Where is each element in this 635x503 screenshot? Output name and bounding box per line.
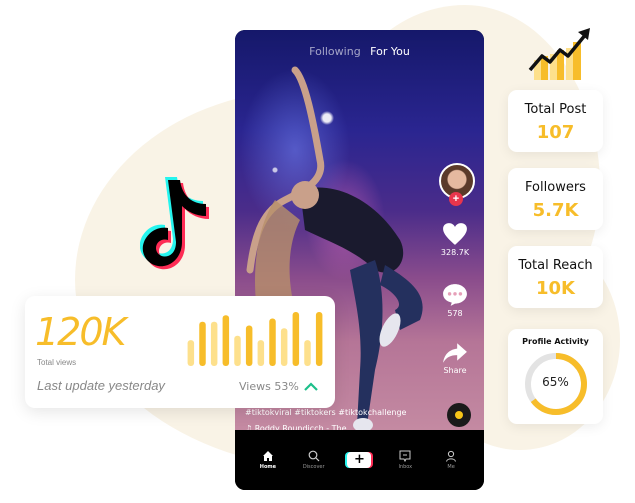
share-button[interactable]: Share: [436, 342, 474, 375]
total-views-value: 120K: [35, 310, 126, 354]
follow-plus-icon[interactable]: +: [449, 192, 463, 206]
stat-value: 107: [536, 122, 575, 143]
views-percent: Views 53%: [239, 380, 299, 393]
profile-activity-label: Profile Activity: [522, 337, 589, 346]
views-bar: [315, 312, 323, 366]
total-views-label: Total views: [37, 358, 77, 367]
comments-count: 578: [447, 309, 463, 318]
trend-up-chevron-icon: [304, 382, 318, 391]
stat-label: Total Reach: [518, 258, 593, 273]
create-icon: +: [347, 452, 372, 468]
views-bar: [187, 340, 195, 366]
growth-chart-icon: [528, 28, 590, 80]
comment-button[interactable]: 578: [436, 283, 474, 318]
share-label: Share: [443, 366, 467, 375]
nav-create[interactable]: +: [341, 452, 377, 468]
nav-inbox[interactable]: Inbox: [387, 450, 423, 470]
total-views-card: 120K Total views Last update yesterday V…: [25, 296, 335, 408]
views-bar: [280, 328, 288, 366]
music-disc-icon[interactable]: [447, 403, 471, 427]
views-bar: [292, 312, 300, 366]
views-bar: [222, 315, 230, 366]
nav-home-label: Home: [259, 464, 276, 470]
comment-icon: [443, 284, 467, 306]
views-bar: [269, 318, 276, 366]
views-bar: [199, 321, 206, 366]
tab-following[interactable]: Following: [309, 45, 361, 58]
nav-discover[interactable]: Discover: [296, 450, 332, 470]
stat-value: 5.7K: [532, 200, 579, 221]
views-bar: [257, 340, 265, 366]
like-button[interactable]: 328.7K: [436, 222, 474, 257]
profile-icon: [446, 450, 457, 462]
bottom-nav: Home Discover + Inbox Me: [235, 430, 484, 490]
profile-activity-value: 65%: [542, 375, 569, 389]
likes-count: 328.7K: [440, 248, 470, 257]
video-caption-hashtags-2: #tiktokviral #tiktokers #tiktokchallenge: [245, 408, 407, 417]
stat-card-total-reach: Total Reach 10K: [508, 246, 603, 308]
nav-home[interactable]: Home: [250, 450, 286, 470]
nav-discover-label: Discover: [302, 464, 325, 470]
profile-activity-card: Profile Activity 65%: [508, 329, 603, 424]
views-bar-chart: [187, 312, 323, 366]
views-bar: [234, 335, 241, 366]
share-icon: [443, 343, 467, 363]
views-bar: [245, 325, 253, 366]
stat-card-followers: Followers 5.7K: [508, 168, 603, 230]
stat-label: Followers: [525, 180, 586, 195]
views-bar: [304, 340, 311, 366]
views-bar: [210, 321, 218, 366]
stat-card-total-post: Total Post 107: [508, 90, 603, 152]
phone-mockup: Following For You + 328.7K 578 Share ...…: [235, 30, 484, 490]
search-icon: [308, 450, 320, 462]
tiktok-logo-icon: [140, 177, 209, 270]
tab-for-you[interactable]: For You: [370, 45, 410, 58]
stat-label: Total Post: [524, 102, 587, 117]
nav-me-label: Me: [447, 464, 455, 470]
last-update-text: Last update yesterday: [37, 378, 165, 393]
nav-inbox-label: Inbox: [398, 464, 413, 470]
home-icon: [262, 451, 273, 461]
stat-value: 10K: [536, 278, 575, 299]
inbox-icon: [399, 450, 411, 462]
nav-me[interactable]: Me: [433, 450, 469, 470]
heart-icon: [443, 223, 467, 245]
